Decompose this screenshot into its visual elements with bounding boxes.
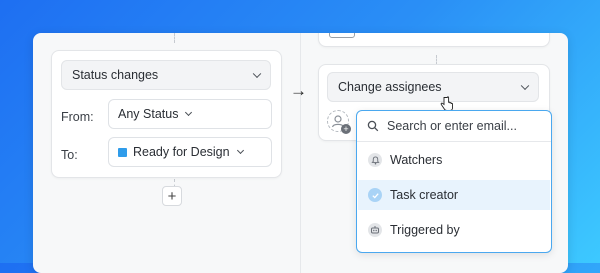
bell-icon [368, 153, 382, 167]
chevron-down-icon [185, 108, 193, 116]
search-icon [367, 120, 379, 132]
menu-item-triggered-by[interactable]: Triggered by [358, 215, 550, 245]
previous-action-icon [329, 33, 355, 38]
trigger-type-label: Status changes [72, 68, 159, 82]
action-type-label: Change assignees [338, 80, 442, 94]
plus-icon: + [167, 187, 177, 205]
to-status-value: Ready for Design [133, 145, 230, 159]
to-status-select[interactable]: Ready for Design [108, 137, 272, 167]
action-type-select[interactable]: Change assignees [327, 72, 539, 102]
trigger-card: Status changes From: Any Status To: Read… [51, 50, 282, 178]
from-label: From: [61, 110, 94, 124]
previous-action-card [318, 33, 550, 47]
menu-item-label: Task creator [390, 188, 459, 202]
from-status-select[interactable]: Any Status [108, 99, 272, 129]
trigger-type-select[interactable]: Status changes [61, 60, 271, 90]
from-status-value: Any Status [118, 107, 179, 121]
search-input[interactable] [385, 118, 539, 134]
robot-icon [368, 223, 382, 237]
menu-item-task-creator[interactable]: Task creator [358, 180, 550, 210]
check-icon [368, 188, 382, 202]
column-divider [300, 33, 301, 273]
menu-item-label: Triggered by [390, 223, 460, 237]
add-assignee-avatar[interactable]: + [327, 110, 351, 134]
menu-item-watchers[interactable]: Watchers [358, 145, 550, 175]
connector-line-top-left [174, 33, 175, 43]
add-condition-button[interactable]: + [162, 186, 182, 206]
plus-badge-icon: + [341, 124, 351, 134]
menu-item-label: Watchers [390, 153, 443, 167]
arrow-right-icon: → [290, 81, 307, 100]
assignee-dropdown: Watchers Task creator Triggered by [356, 110, 552, 253]
status-color-swatch [118, 147, 127, 157]
chevron-down-icon [520, 81, 530, 91]
to-label: To: [61, 148, 78, 162]
chevron-down-icon [252, 69, 262, 79]
dropdown-search [357, 111, 551, 142]
chevron-down-icon [236, 146, 244, 154]
